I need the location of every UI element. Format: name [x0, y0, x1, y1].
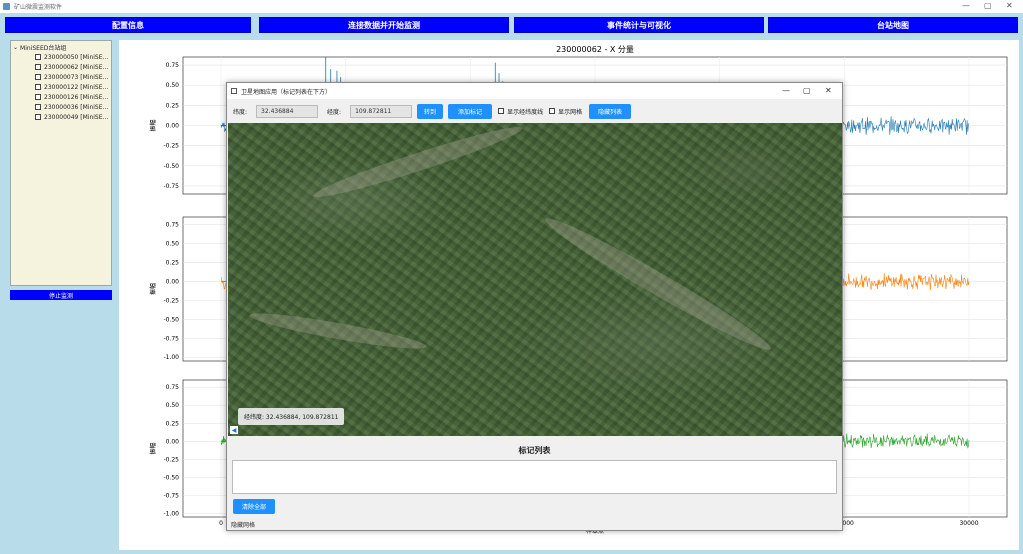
y-tick-label: -0.25	[163, 297, 179, 304]
y-tick-label: 0.00	[166, 123, 180, 130]
checkbox-label: 显示经纬度线	[507, 108, 544, 116]
checkbox-box[interactable]	[35, 64, 41, 70]
stop-monitor-button[interactable]: 停止监测	[10, 290, 112, 300]
y-tick-label: 0.00	[166, 278, 180, 285]
y-tick-label: 0.50	[166, 241, 180, 248]
lon-input[interactable]: 109.872811	[350, 104, 413, 118]
y-tick-label: 0.50	[166, 82, 180, 89]
coordinate-tooltip: 经纬度: 32.436884, 109.872811	[238, 408, 345, 425]
popup-title-bar: 卫星地图应用（标记列表在下方） — ▢ ✕	[227, 83, 842, 99]
main-title-bar: 矿山微震监测软件 — ▢ ✕	[0, 0, 1023, 13]
tree-item[interactable]: 230000126 [MiniSE...	[35, 92, 109, 102]
checkbox-box[interactable]	[35, 84, 41, 90]
checkbox-box[interactable]	[35, 94, 41, 100]
y-tick-label: -0.75	[163, 492, 179, 499]
checkbox-box[interactable]	[35, 104, 41, 110]
minimize-icon[interactable]: —	[962, 1, 970, 10]
y-tick-label: -0.50	[163, 474, 179, 481]
tree-item-label: 230000036 [MiniSE...	[44, 103, 109, 111]
map-attribution-icon[interactable]: ◀	[230, 426, 238, 434]
satellite-map-window: 卫星地图应用（标记列表在下方） — ▢ ✕ 纬度: 32.436884 经度: …	[226, 82, 843, 531]
tree-item[interactable]: 230000122 [MiniSE...	[35, 82, 109, 92]
popup-status-text: 隐藏网格	[231, 522, 256, 529]
event-stats-button[interactable]: 事件统计与可视化	[514, 17, 764, 33]
station-map-button[interactable]: 台站地图	[768, 17, 1018, 33]
y-tick-label: -0.25	[163, 456, 179, 463]
lat-label: 纬度:	[233, 108, 248, 116]
connect-start-monitor-button[interactable]: 连接数据并开始监测	[259, 17, 509, 33]
checkbox-box[interactable]	[549, 108, 556, 114]
lat-input[interactable]: 32.436884	[256, 104, 319, 118]
checkbox-label: 显示网格	[558, 108, 583, 116]
maximize-icon[interactable]: ▢	[984, 1, 992, 10]
y-tick-label: 0.00	[166, 438, 180, 445]
marker-list-title: 标记列表	[518, 446, 551, 455]
satellite-map[interactable]	[228, 123, 842, 436]
show-latlon-lines-checkbox[interactable]: 显示经纬度线	[498, 107, 543, 116]
popup-minimize-icon[interactable]: —	[782, 86, 790, 95]
y-axis-label: 振幅	[149, 119, 157, 131]
x-tick-label: 0	[219, 520, 223, 527]
map-valley	[539, 209, 777, 359]
y-tick-label: 0.50	[166, 402, 180, 409]
hide-list-button[interactable]: 隐藏列表	[589, 103, 632, 119]
clear-all-button[interactable]: 清除全部	[233, 499, 275, 514]
tree-item[interactable]: 230000062 [MiniSE...	[35, 62, 109, 72]
tree-item-label: 230000049 [MiniSE...	[44, 113, 109, 121]
tree-item-label: 230000122 [MiniSE...	[44, 83, 109, 91]
y-axis-label: 振幅	[149, 283, 157, 295]
tree-root-label: MiniSEED台站组	[20, 45, 67, 52]
checkbox-box[interactable]	[498, 108, 505, 114]
tree-item[interactable]: 230000050 [MiniSE...	[35, 52, 109, 62]
y-tick-label: -0.50	[163, 163, 179, 170]
tree-item-label: 230000073 [MiniSE...	[44, 73, 109, 81]
x-tick-label: 30000	[959, 520, 978, 527]
map-toolbar: 纬度: 32.436884 经度: 109.872811 转到 添加标记 显示经…	[227, 99, 842, 123]
y-tick-label: -0.25	[163, 143, 179, 150]
checkbox-box[interactable]	[35, 114, 41, 120]
chevron-down-icon[interactable]: ⌄	[13, 44, 18, 51]
y-axis-label: 振幅	[149, 442, 157, 454]
checkbox-box[interactable]	[35, 74, 41, 80]
goto-button[interactable]: 转到	[417, 103, 444, 119]
y-tick-label: 0.75	[166, 62, 180, 69]
map-valley	[310, 123, 526, 205]
tree-item[interactable]: 230000036 [MiniSE...	[35, 102, 109, 112]
tree-item[interactable]: 230000073 [MiniSE...	[35, 72, 109, 82]
y-tick-label: -0.50	[163, 316, 179, 323]
tree-item-label: 230000050 [MiniSE...	[44, 53, 109, 61]
y-tick-label: -0.75	[163, 335, 179, 342]
config-info-button[interactable]: 配置信息	[5, 17, 251, 33]
tree-item-label: 230000062 [MiniSE...	[44, 63, 109, 71]
checkbox-box[interactable]	[35, 54, 41, 60]
y-tick-label: -0.75	[163, 183, 179, 190]
popup-title: 卫星地图应用（标记列表在下方）	[241, 88, 332, 96]
tree-root[interactable]: ⌄ MiniSEED台站组	[13, 43, 109, 52]
popup-maximize-icon[interactable]: ▢	[803, 86, 811, 95]
close-icon[interactable]: ✕	[1006, 1, 1013, 10]
y-tick-label: 0.75	[166, 222, 180, 229]
show-grid-checkbox[interactable]: 显示网格	[549, 107, 582, 116]
y-tick-label: -1.00	[163, 510, 179, 517]
y-tick-label: 0.25	[166, 102, 180, 109]
tree-item[interactable]: 230000049 [MiniSE...	[35, 112, 109, 122]
popup-app-icon	[231, 88, 237, 94]
y-tick-label: 0.25	[166, 259, 180, 266]
add-marker-button[interactable]: 添加标记	[448, 103, 493, 119]
y-tick-label: -1.00	[163, 354, 179, 361]
chart-title: 230000062 - X 分量	[556, 45, 634, 54]
map-valley	[247, 307, 429, 355]
window-title: 矿山微震监测软件	[14, 4, 63, 11]
lon-label: 经度:	[327, 108, 342, 116]
marker-list[interactable]	[232, 460, 837, 494]
tree-item-label: 230000126 [MiniSE...	[44, 93, 109, 101]
y-tick-label: 0.75	[166, 384, 180, 391]
station-tree-panel: ⌄ MiniSEED台站组 230000050 [MiniSE... 230000…	[10, 40, 112, 286]
app-icon	[3, 3, 10, 10]
y-tick-label: 0.25	[166, 420, 180, 427]
popup-close-icon[interactable]: ✕	[825, 86, 832, 95]
